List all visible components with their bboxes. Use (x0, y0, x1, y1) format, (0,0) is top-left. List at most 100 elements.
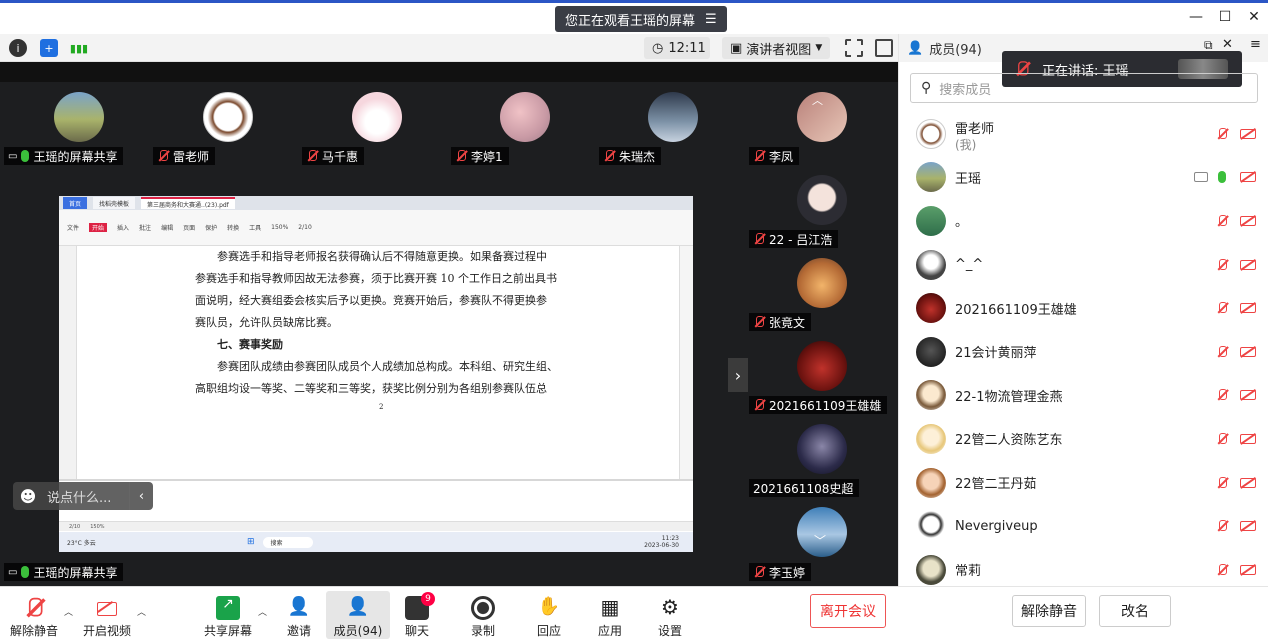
tab-home: 首页 (63, 197, 88, 209)
mic-off-icon[interactable] (1216, 258, 1228, 271)
list-item[interactable]: 雷老师 (我) (898, 112, 1268, 156)
shield-icon[interactable]: + (40, 39, 58, 57)
scroll-down-icon[interactable]: ﹀ (814, 532, 826, 549)
record-icon (471, 596, 495, 620)
camera-off-icon[interactable] (1240, 521, 1256, 532)
camera-off-icon[interactable] (1240, 259, 1256, 270)
chevron-up-icon[interactable]: ︿ (137, 605, 146, 618)
invite-button[interactable]: 👤 邀请 (267, 591, 331, 639)
list-item[interactable]: 21会计黄丽萍 (898, 330, 1268, 374)
list-item[interactable]: 常莉 (898, 548, 1268, 592)
ribbon-item: 编辑 (161, 225, 174, 232)
popout-icon[interactable]: ⧉ (1204, 38, 1213, 53)
tile-label: 朱瑞杰 (599, 147, 662, 165)
view-mode-select[interactable]: ▣ 演讲者视图 ▼ (722, 37, 830, 59)
collapse-icon[interactable]: ‹ (129, 482, 153, 510)
mic-off-icon (753, 316, 765, 328)
next-page-button[interactable]: › (728, 358, 748, 392)
mic-off-icon[interactable] (1216, 345, 1228, 358)
camera-off-icon[interactable] (1240, 477, 1256, 488)
chat-icon: 9 (405, 592, 435, 620)
reaction-button[interactable]: ✋ 回应 (517, 591, 581, 639)
screen-share-icon (1194, 172, 1208, 183)
emoji-icon[interactable]: ☻ (13, 487, 43, 506)
mic-off-icon[interactable] (1216, 302, 1228, 314)
chat-label: 聊天 (404, 624, 429, 638)
mic-off-icon[interactable] (1216, 563, 1228, 576)
mic-off-icon[interactable] (1216, 127, 1228, 140)
tile-label: 马千惠 (302, 147, 365, 165)
camera-off-icon[interactable] (1240, 303, 1256, 314)
menu-icon[interactable]: ≡ (1250, 37, 1261, 52)
signal-icon[interactable]: ▮▮▮ (70, 39, 88, 57)
close-button[interactable]: ✕ (1244, 9, 1264, 29)
chevron-up-icon[interactable]: ︿ (258, 605, 267, 618)
tile-name-text: 2021661108史超 (753, 481, 854, 496)
member-name: 。 (955, 215, 969, 231)
list-item[interactable]: 22管二人资陈艺东 (898, 417, 1268, 461)
viewing-banner[interactable]: 您正在观看王瑶的屏幕 ☰ (555, 6, 727, 32)
pdf-line: 参赛选手和指导教师因故无法参赛，须于比赛开赛 10 个工作日之前出具书 (195, 272, 557, 285)
list-item[interactable]: 王瑶 (898, 156, 1268, 200)
list-item[interactable]: Nevergiveup (898, 504, 1268, 548)
chevron-up-icon[interactable]: ︿ (64, 605, 73, 618)
menu-icon[interactable]: ☰ (705, 12, 717, 27)
camera-off-icon[interactable] (1240, 128, 1256, 139)
camera-off-icon[interactable] (1240, 172, 1256, 183)
list-item[interactable]: 。 (898, 199, 1268, 243)
mic-off-icon[interactable] (1216, 389, 1228, 401)
list-item[interactable]: 22管二王丹茹 (898, 461, 1268, 505)
mic-off-icon[interactable] (1216, 520, 1228, 532)
invite-label: 邀请 (286, 624, 311, 638)
list-item[interactable]: ^_^ (898, 243, 1268, 287)
unmute-all-button[interactable]: 解除静音 (1012, 595, 1086, 627)
leave-meeting-button[interactable]: 离开会议 (810, 594, 886, 628)
pdf-tab-bar: 首页 找稻壳模板 第三届商务和大赛通..(23).pdf (59, 196, 693, 210)
tile-label: 雷老师 (153, 147, 216, 165)
camera-off-icon[interactable] (1240, 346, 1256, 357)
list-item[interactable]: 22-1物流管理金燕 (898, 374, 1268, 418)
mic-off-icon[interactable] (1216, 214, 1228, 227)
camera-off-icon[interactable] (1240, 215, 1256, 226)
mic-off-icon[interactable] (1216, 432, 1228, 445)
fullscreen-icon[interactable] (845, 39, 863, 57)
tile-name-text: 李凤 (769, 149, 794, 164)
scroll-up-icon[interactable]: ︿ (812, 92, 823, 108)
chat-button[interactable]: 9 聊天 (385, 591, 449, 639)
sidebar-toggle-icon[interactable] (875, 39, 893, 57)
rename-button[interactable]: 改名 (1099, 595, 1171, 627)
tab-template: 找稻壳模板 (93, 197, 136, 209)
member-search-input[interactable]: ⚲ 搜索成员 (910, 73, 1258, 103)
members-label: 成员(94) (333, 624, 383, 638)
apps-icon: ▦ (600, 595, 620, 619)
record-button[interactable]: 录制 (451, 591, 515, 639)
members-button[interactable]: 👤 成员(94) (326, 591, 390, 639)
start-video-button[interactable]: 开启视频 (75, 591, 139, 639)
chat-quick-input[interactable]: ☻ 说点什么... ‹ (13, 482, 153, 510)
info-icon[interactable]: i (9, 39, 27, 57)
meeting-timer[interactable]: ◷ 12:11 (644, 37, 710, 59)
share-screen-icon: ↗ (216, 596, 240, 620)
camera-off-icon[interactable] (1240, 390, 1256, 401)
member-name: 王瑶 (955, 171, 982, 187)
tile-name-text: 张竟文 (769, 315, 806, 330)
avatar (797, 341, 847, 391)
share-screen-button[interactable]: ↗ 共享屏幕 (196, 591, 260, 639)
mic-on-icon[interactable] (1218, 171, 1226, 184)
settings-button[interactable]: ⚙ 设置 (638, 591, 702, 639)
mic-off-icon[interactable] (1216, 476, 1228, 489)
unmute-button[interactable]: 解除静音 (2, 591, 66, 639)
camera-off-icon[interactable] (1240, 433, 1256, 444)
chat-placeholder[interactable]: 说点什么... (43, 487, 129, 506)
camera-off-icon[interactable] (1240, 564, 1256, 575)
list-item[interactable]: 2021661109王雄雄 (898, 286, 1268, 330)
minimize-button[interactable]: — (1186, 9, 1206, 29)
close-panel-icon[interactable]: ✕ (1222, 37, 1233, 52)
mic-off-icon (306, 150, 318, 162)
mic-off-icon (753, 233, 765, 245)
member-name: 22管二王丹茹 (955, 477, 1037, 493)
top-toolbar: i + ▮▮▮ ◷ 12:11 ▣ 演讲者视图 ▼ (0, 34, 898, 62)
apps-button[interactable]: ▦ 应用 (578, 591, 642, 639)
maximize-button[interactable]: ☐ (1215, 9, 1235, 29)
tile-name-text: 王瑶的屏幕共享 (33, 565, 118, 580)
